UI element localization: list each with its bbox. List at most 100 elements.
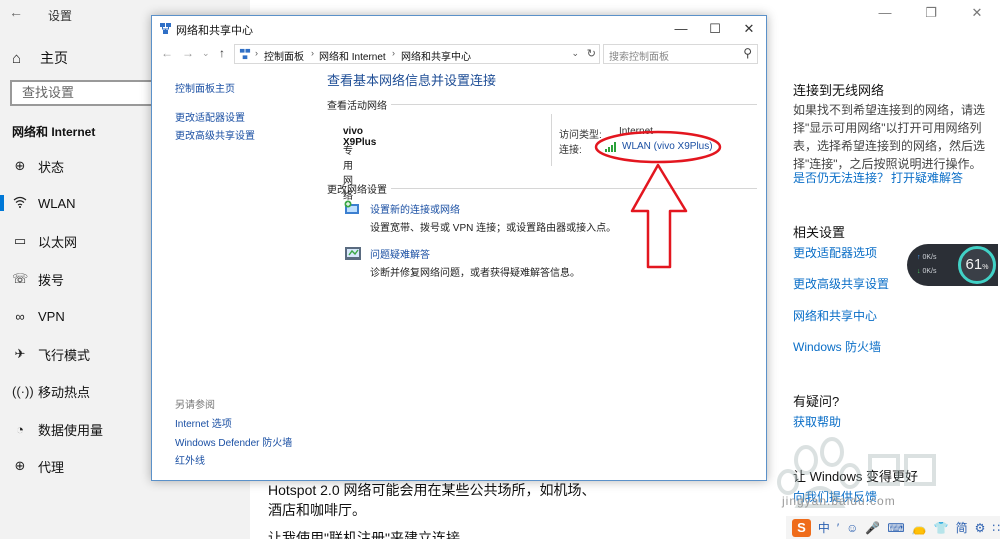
settings-app-title: 设置 (48, 9, 73, 23)
close-icon[interactable]: ✕ (732, 16, 766, 42)
defender-firewall-link[interactable]: Windows Defender 防火墙 (175, 434, 292, 449)
firewall-link[interactable]: Windows 防火墙 (793, 338, 881, 355)
sidebar-item-label: 飞行模式 (38, 347, 91, 363)
address-dropdown-icon[interactable]: ⌄ (571, 48, 579, 59)
upload-arrow-icon: ↑ (917, 254, 921, 261)
breadcrumb-separator-icon: › (392, 48, 395, 58)
troubleshoot-link[interactable]: 打开疑难解答 (891, 169, 963, 186)
still-cannot-connect-link[interactable]: 是否仍无法连接？ (793, 169, 889, 186)
sidebar-item-label: 移动热点 (38, 384, 91, 400)
back-arrow-icon[interactable]: ← (9, 5, 23, 19)
restore-icon[interactable]: ❐ (908, 0, 954, 26)
upload-value: 0K/s (922, 254, 937, 261)
memory-percent: 61 (965, 256, 983, 273)
internet-options-link[interactable]: Internet 选项 (175, 415, 232, 430)
troubleshoot-problems-desc: 诊断并修复网络问题，或者获得疑难解答信息。 (370, 268, 580, 279)
recent-dropdown-icon[interactable]: ⌄ (202, 48, 210, 59)
back-icon[interactable]: ← (161, 46, 173, 60)
close-icon[interactable]: ✕ (954, 0, 1000, 26)
shirt-icon[interactable]: 👕 (934, 521, 949, 535)
change-adapter-link[interactable]: 更改适配器选项 (793, 244, 877, 261)
section-title: 网络和 Internet (12, 125, 96, 139)
breadcrumb-separator-icon: › (255, 48, 258, 58)
skin-icon[interactable]: 👝 (912, 521, 927, 535)
hotspot-description: Hotspot 2.0 网络可能会用在某些公共场所，如机场、酒店和咖啡厅。 (268, 482, 596, 518)
keyboard-icon[interactable]: ⌨ (887, 521, 904, 535)
cp-home-link[interactable]: 控制面板主页 (175, 80, 235, 95)
proxy-icon: ⊕ (14, 458, 26, 473)
advanced-sharing-link[interactable]: 更改高级共享设置 (793, 275, 889, 292)
sharing-center-link[interactable]: 网络和共享中心 (793, 307, 877, 324)
related-heading: 相关设置 (793, 225, 846, 240)
cp-window-title: 网络和共享中心 (176, 25, 253, 37)
online-signup-text: 让我使用"联机注册"来建立连接 (268, 530, 460, 539)
change-advanced-sharing-link[interactable]: 更改高级共享设置 (175, 127, 255, 142)
wlan-connection-link[interactable]: WLAN (vivo X9Plus) (605, 141, 713, 152)
network-speed-widget[interactable]: ↑ 0K/s ↓ 0K/s 61% (907, 244, 998, 286)
dialup-icon: ☏ (12, 271, 29, 286)
sidebar-item-label: WLAN (38, 195, 76, 211)
ethernet-icon: ▭ (13, 233, 27, 248)
wlan-connection-label: WLAN (vivo X9Plus) (622, 141, 713, 152)
breadcrumb-network-internet[interactable]: 网络和 Internet (319, 48, 386, 63)
sidebar-item-label: 数据使用量 (38, 422, 104, 438)
new-connection-icon (344, 200, 359, 214)
cp-window-controls: — ☐ ✕ (664, 16, 766, 42)
sidebar-item-label: 以太网 (38, 234, 78, 250)
download-speed: ↓ 0K/s (917, 268, 936, 275)
minimize-icon[interactable]: — (862, 0, 908, 26)
breadcrumb-sharing-center[interactable]: 网络和共享中心 (401, 48, 471, 63)
active-indicator (0, 195, 4, 211)
troubleshoot-problems-link[interactable]: 问题疑难解答 (370, 246, 430, 261)
forward-icon[interactable]: → (182, 46, 194, 60)
access-type-value: Internet (619, 126, 653, 137)
address-bar[interactable]: › 控制面板 › 网络和 Internet › 网络和共享中心 ⌄ ↻ (234, 44, 600, 64)
wireless-text: 如果找不到希望连接到的网络，请选择"显示可用网络"以打开可用网络列表，选择希望连… (793, 103, 986, 171)
cp-search-input[interactable]: 搜索控制面板 ⚲ (603, 44, 758, 64)
divider (391, 104, 757, 105)
download-value: 0K/s (922, 268, 937, 275)
cp-titlebar[interactable]: 网络和共享中心 — ☐ ✕ (152, 16, 766, 42)
hotspot-icon: ((·)) (12, 383, 34, 399)
chinese-mode-icon[interactable]: 中 (818, 519, 830, 536)
refresh-icon[interactable]: ↻ (587, 47, 596, 60)
page-title: 查看基本网络信息并设置连接 (327, 73, 497, 88)
infrared-link[interactable]: 红外线 (175, 452, 205, 467)
active-networks-heading: 查看活动网络 (327, 101, 387, 112)
address-bar-row: ← → ⌄ ↑ › 控制面板 › 网络和 Internet › 网络和共享中心 … (152, 42, 766, 66)
memory-usage-gauge: 61% (958, 246, 996, 284)
network-sharing-center-window: 网络和共享中心 — ☐ ✕ ← → ⌄ ↑ › 控制面板 › 网络和 Inter… (151, 15, 767, 481)
see-also-heading: 另请参阅 (175, 400, 215, 411)
more-icon[interactable]: ∷ (992, 521, 1000, 535)
cp-search-placeholder: 搜索控制面板 (609, 52, 669, 63)
home-nav-item[interactable]: ⌂ 主页 (12, 48, 68, 68)
get-help-link[interactable]: 获取帮助 (793, 413, 841, 430)
globe-icon: ⊕ (14, 158, 26, 173)
simplified-icon[interactable]: 简 (956, 519, 968, 536)
breadcrumb-control-panel[interactable]: 控制面板 (264, 48, 304, 63)
microphone-icon[interactable]: 🎤 (865, 521, 880, 535)
upload-speed: ↑ 0K/s (917, 254, 936, 261)
punctuation-icon[interactable]: ′ (837, 521, 839, 535)
maximize-icon[interactable]: ☐ (698, 16, 732, 42)
wifi-signal-icon (605, 141, 618, 152)
connection-label: 连接: (559, 145, 582, 156)
sogou-logo-icon[interactable]: S (792, 518, 811, 537)
wireless-heading: 连接到无线网络 (793, 83, 885, 98)
question-heading: 有疑问? (793, 394, 840, 409)
sidebar-item-label: 拨号 (38, 272, 65, 288)
change-adapter-settings-link[interactable]: 更改适配器设置 (175, 109, 245, 124)
settings-window-controls: — ❐ ✕ (862, 0, 1000, 26)
search-icon[interactable]: ⚲ (743, 46, 752, 60)
sidebar-item-label: 代理 (38, 459, 65, 475)
breadcrumb-separator-icon: › (311, 48, 314, 58)
watermark-url: jingyan.baidu.com (782, 494, 896, 508)
emoji-icon[interactable]: ☺ (846, 521, 858, 535)
home-icon: ⌂ (12, 49, 22, 67)
ime-toolbar[interactable]: S 中 ′ ☺ 🎤 ⌨ 👝 👕 简 ⚙ ∷ (786, 516, 1000, 539)
setup-new-connection-link[interactable]: 设置新的连接或网络 (370, 201, 460, 216)
settings-gear-icon[interactable]: ⚙ (975, 521, 986, 535)
minimize-icon[interactable]: — (664, 16, 698, 42)
network-location-icon (239, 48, 251, 60)
up-icon[interactable]: ↑ (219, 46, 225, 60)
